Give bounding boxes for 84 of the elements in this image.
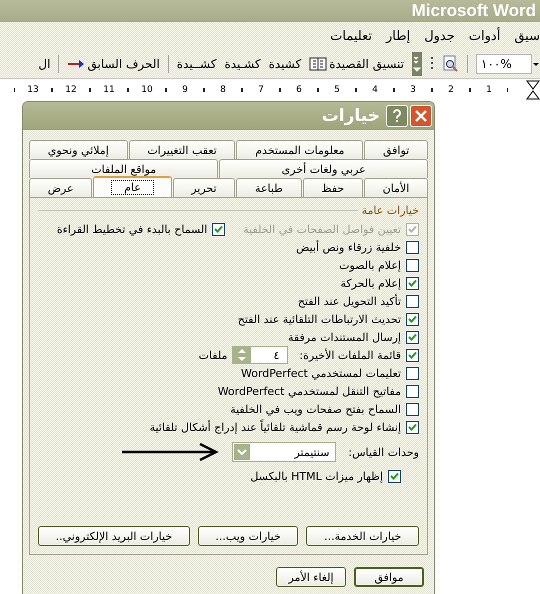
toolbar-button[interactable]: كشــيدة bbox=[176, 57, 216, 71]
tab[interactable]: عرض bbox=[28, 178, 92, 197]
toolbar-options-icon[interactable] bbox=[412, 52, 422, 76]
ruler-number: 6 bbox=[296, 85, 302, 95]
close-icon bbox=[415, 110, 427, 122]
toolbar-button[interactable]: الحرف السابق bbox=[67, 57, 160, 71]
tab[interactable]: توافق bbox=[364, 140, 428, 159]
tab[interactable]: تحرير bbox=[172, 178, 236, 197]
menu-item[interactable]: تعليمات bbox=[330, 28, 372, 44]
option-label: تعليمات لمستخدمي WordPerfect bbox=[241, 366, 401, 380]
checkbox[interactable] bbox=[406, 312, 419, 326]
toolbar-button[interactable]: ال bbox=[38, 57, 50, 71]
ruler-number: 3 bbox=[410, 85, 416, 95]
tab[interactable]: حفظ bbox=[302, 178, 363, 197]
dialog-title: خيارات bbox=[322, 106, 381, 126]
menu-item[interactable]: أدوات bbox=[468, 28, 500, 44]
units-dropdown[interactable]: سنتيمتر bbox=[232, 442, 336, 462]
window-title: Microsoft Word bbox=[412, 0, 537, 22]
tab[interactable]: إملائي ونحوي bbox=[28, 140, 128, 159]
close-button[interactable] bbox=[410, 105, 432, 127]
options-button[interactable]: خيارات البريد الإلكتروني.. bbox=[38, 526, 190, 546]
book-icon bbox=[309, 57, 328, 71]
tab[interactable]: طباعة bbox=[236, 178, 302, 197]
toolbar-button[interactable]: كشـيدة bbox=[224, 57, 261, 71]
checkbox[interactable] bbox=[406, 294, 419, 308]
print-preview-icon[interactable] bbox=[441, 55, 459, 73]
menu-item[interactable]: جدول bbox=[424, 28, 455, 44]
ruler-number: 11 bbox=[103, 85, 115, 95]
option-label: مفاتيح التنقل لمستخدمي WordPerfect bbox=[218, 384, 401, 398]
option-label: تعيين فواصل الصفحات في الخلفية bbox=[243, 222, 401, 236]
checkbox[interactable] bbox=[406, 402, 419, 416]
zoom-field[interactable]: ١٠٠% bbox=[476, 54, 532, 74]
ok-button[interactable]: موافق bbox=[354, 567, 424, 587]
indent-marker-icon[interactable] bbox=[526, 80, 540, 100]
tab[interactable]: عربي ولغات أخرى bbox=[219, 159, 428, 178]
option-label: إعلام بالصوت bbox=[339, 258, 401, 272]
checkbox[interactable] bbox=[406, 366, 419, 380]
ruler-number: 12 bbox=[65, 85, 77, 95]
checkbox[interactable] bbox=[406, 240, 419, 254]
toolbar-button[interactable]: تنسيق القصيدة bbox=[309, 57, 404, 71]
checkbox[interactable] bbox=[406, 384, 419, 398]
ruler-number: 8 bbox=[220, 85, 226, 95]
checkbox[interactable] bbox=[406, 276, 419, 290]
option-label: قائمة الملفات الأخيرة: bbox=[299, 348, 401, 362]
ruler-number: 9 bbox=[182, 85, 188, 95]
unit-label: ملفات bbox=[198, 348, 228, 362]
help-button[interactable] bbox=[386, 105, 408, 127]
spin-field[interactable]: ٤ bbox=[232, 346, 288, 364]
option-label: خلفية زرقاء ونص أبيض bbox=[296, 240, 401, 254]
checkbox[interactable] bbox=[406, 348, 419, 362]
options-button[interactable]: خيارات ويب... bbox=[198, 526, 298, 546]
checkbox[interactable] bbox=[406, 420, 419, 434]
checkbox[interactable] bbox=[388, 470, 401, 482]
option-label: تحديث الارتباطات التلقائية عند الفتح bbox=[238, 312, 401, 326]
tab[interactable]: تعقب التغييرات bbox=[128, 140, 236, 159]
option-label: إنشاء لوحة رسم قماشية تلقائياً عند إدراج أشكال تلقائية bbox=[150, 420, 401, 434]
tab[interactable]: الأمان bbox=[364, 178, 428, 197]
option-label: إعلام بالحركة bbox=[340, 276, 401, 290]
cancel-button[interactable]: إلغاء الأمر bbox=[276, 567, 346, 587]
option-label: تأكيد التحويل عند الفتح bbox=[298, 294, 401, 308]
ruler-number: 13 bbox=[27, 85, 39, 95]
option-label: السماح بالبدء في تخطيط القراءة bbox=[56, 222, 208, 236]
option-label: إظهار ميزات HTML بالبكسل bbox=[250, 470, 383, 482]
menu-item[interactable]: سيق bbox=[514, 28, 540, 44]
option-label: السماح بفتح صفحات ويب في الخلفية bbox=[230, 402, 401, 416]
arrow-icon bbox=[67, 59, 86, 69]
toolbar-button[interactable]: كشيدة bbox=[268, 57, 302, 71]
help-icon bbox=[392, 109, 402, 123]
tab[interactable]: عام bbox=[93, 176, 172, 197]
menu-item[interactable]: إطار bbox=[386, 28, 410, 44]
options-button[interactable]: خيارات الخدمة... bbox=[306, 526, 419, 546]
ruler-number: 10 bbox=[141, 85, 153, 95]
ruler-number: 1 bbox=[486, 85, 492, 95]
group-label: خيارات عامة bbox=[362, 204, 419, 217]
ruler-number: 2 bbox=[448, 85, 454, 95]
ruler-number: 7 bbox=[258, 85, 264, 95]
tab[interactable]: معلومات المستخدم bbox=[236, 140, 364, 159]
ruler-number: 4 bbox=[372, 85, 378, 95]
units-label: وحدات القياس: bbox=[348, 446, 419, 458]
ruler-number: 5 bbox=[334, 85, 340, 95]
option-label: إرسال المستندات مرفقة bbox=[288, 330, 401, 344]
checkbox[interactable] bbox=[406, 258, 419, 272]
checkbox[interactable] bbox=[406, 330, 419, 344]
tab[interactable]: مواقع الملفات bbox=[29, 159, 218, 178]
